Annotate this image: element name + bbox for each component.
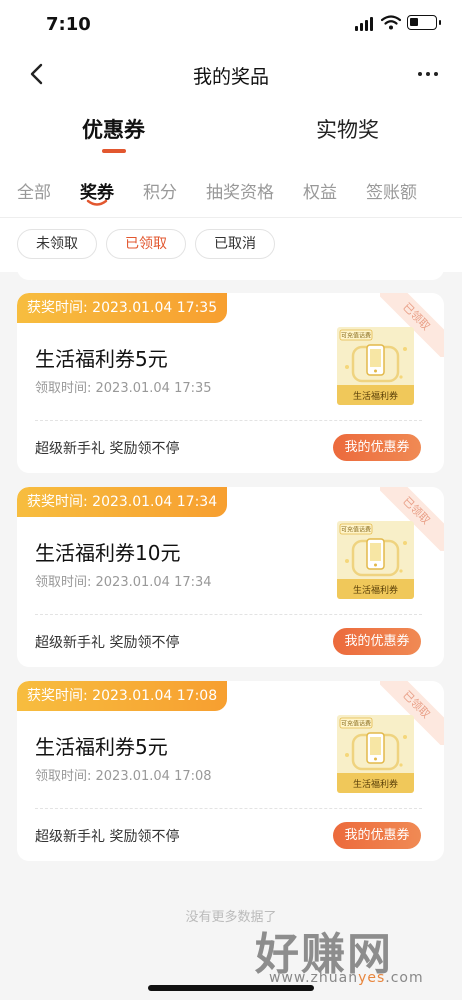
nav-bar: 我的奖品 (0, 50, 462, 98)
card-slogan: 超级新手礼 奖励领不停 (35, 635, 180, 651)
page-title: 我的奖品 (192, 66, 269, 88)
subtab-points[interactable]: 积分 (143, 178, 177, 203)
status-time: 7:10 (46, 14, 91, 35)
tab-coupons-label: 优惠券 (82, 118, 145, 142)
coupon-name: 生活福利券5元 (35, 347, 168, 371)
thumb-bottom-label: 生活福利券 (353, 584, 398, 596)
coupon-thumbnail: 可充值话费 生活福利券 (337, 715, 414, 793)
subtab-benefits[interactable]: 权益 (303, 178, 337, 203)
tab-physical-prizes-label: 实物奖 (316, 118, 379, 142)
main-tabs: 优惠券 实物奖 (0, 98, 462, 160)
thumb-top-label: 可充值话费 (341, 526, 371, 534)
card-slogan: 超级新手礼 奖励领不停 (35, 441, 180, 457)
prize-card: 获奖时间: 2023.01.04 17:08 已领取 生活福利券5元 领取时间:… (17, 681, 444, 861)
active-subtab-indicator (86, 199, 108, 206)
card-divider (35, 808, 422, 809)
award-time-tag: 获奖时间: 2023.01.04 17:35 (17, 293, 228, 323)
watermark-url: www.zhuanyes.com (269, 970, 424, 986)
my-coupons-button[interactable]: 我的优惠券 (333, 628, 421, 655)
coupon-name: 生活福利券5元 (35, 735, 168, 759)
watermark-logo: 好赚网 www.zhuanyes.com (255, 918, 455, 994)
award-time-tag: 获奖时间: 2023.01.04 17:08 (17, 681, 228, 711)
my-coupons-button[interactable]: 我的优惠券 (333, 822, 421, 849)
coupon-thumbnail: 可充值话费 生活福利券 (337, 327, 414, 405)
more-icon[interactable] (414, 60, 442, 88)
coupon-thumbnail: 可充值话费 生活福利券 (337, 521, 414, 599)
filter-cancelled[interactable]: 已取消 (195, 229, 275, 259)
signal-icon (355, 17, 373, 31)
subtab-all[interactable]: 全部 (17, 178, 51, 203)
card-divider (35, 614, 422, 615)
status-bar: 7:10 (0, 0, 462, 50)
filter-unclaimed[interactable]: 未领取 (17, 229, 97, 259)
subtab-draw-eligibility[interactable]: 抽奖资格 (206, 178, 274, 203)
subtab-credit-amount[interactable]: 签账额 (366, 178, 417, 203)
filter-claimed[interactable]: 已领取 (106, 229, 186, 259)
claim-time: 领取时间: 2023.01.04 17:34 (35, 575, 212, 590)
thumb-top-label: 可充值话费 (341, 720, 371, 728)
wifi-icon (381, 15, 401, 30)
prize-card: 获奖时间: 2023.01.04 17:34 已领取 生活福利券10元 领取时间… (17, 487, 444, 667)
claim-time: 领取时间: 2023.01.04 17:35 (35, 381, 212, 396)
award-time-tag: 获奖时间: 2023.01.04 17:34 (17, 487, 228, 517)
prize-card: 获奖时间: 2023.01.04 17:35 已领取 生活福利券5元 领取时间:… (17, 293, 444, 473)
card-divider (35, 420, 422, 421)
subtab-vouchers[interactable]: 奖券 (80, 178, 114, 206)
sub-tabs: 全部 奖券 积分 抽奖资格 权益 签账额 (0, 160, 462, 218)
thumb-bottom-label: 生活福利券 (353, 778, 398, 790)
thumb-top-label: 可充值话费 (341, 332, 371, 340)
my-coupons-button[interactable]: 我的优惠券 (333, 434, 421, 461)
previous-card-edge (17, 262, 444, 280)
battery-icon (407, 15, 441, 30)
coupon-name: 生活福利券10元 (35, 541, 181, 565)
active-tab-indicator (101, 149, 126, 153)
tab-coupons[interactable]: 优惠券 (82, 114, 145, 153)
thumb-bottom-label: 生活福利券 (353, 390, 398, 402)
home-indicator[interactable] (148, 985, 314, 991)
claim-time: 领取时间: 2023.01.04 17:08 (35, 769, 212, 784)
card-slogan: 超级新手礼 奖励领不停 (35, 829, 180, 845)
tab-physical-prizes[interactable]: 实物奖 (316, 114, 379, 144)
